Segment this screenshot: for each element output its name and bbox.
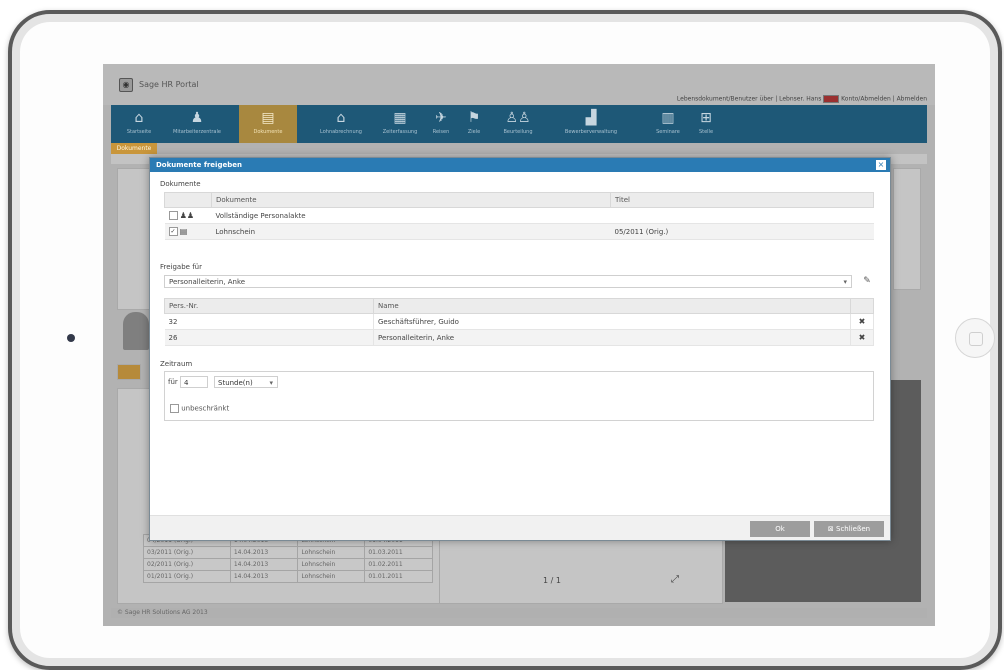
- building-icon: ⌂: [336, 110, 346, 126]
- column-dokumente[interactable]: Dokumente: [211, 192, 611, 208]
- org-chart-icon: ♟: [190, 110, 204, 126]
- close-button[interactable]: ⊠ Schließen: [814, 521, 884, 537]
- calendar-icon: ▦: [393, 110, 407, 126]
- row-checkbox[interactable]: [168, 211, 178, 221]
- nav-stelle[interactable]: ⊞ Stelle: [693, 105, 719, 143]
- nav-startseite[interactable]: ⌂ Startseite: [119, 105, 159, 143]
- delete-icon[interactable]: ✖: [850, 313, 874, 330]
- home-button[interactable]: [955, 318, 995, 358]
- row-checkbox[interactable]: ✓: [168, 227, 178, 237]
- table-row[interactable]: 26 Personalleiterin, Anke ✖: [164, 329, 874, 346]
- dialog-footer: Ok ⊠ Schließen: [150, 515, 890, 540]
- unlimited-checkbox[interactable]: [170, 404, 179, 413]
- plane-icon: ✈: [435, 110, 447, 126]
- document-icon: ▤: [179, 226, 188, 236]
- subtab-dokumente[interactable]: Dokumente: [111, 143, 157, 154]
- dokumente-freigeben-dialog: Dokumente freigeben × Dokumente Dokument…: [149, 157, 891, 541]
- check-column-header: [164, 192, 212, 208]
- background-table: 04/2011 (Orig.)14.04.2013 Lohnschein01.0…: [143, 534, 433, 583]
- close-icon: ⊠: [827, 525, 834, 533]
- app-header: ◉ Sage HR Portal Lebensdokument/Benutzer…: [103, 64, 935, 105]
- camera-icon: [67, 334, 75, 342]
- home-square-icon: [969, 332, 983, 346]
- table-row: 01/2011 (Orig.) 14.04.2013 Lohnschein 01.0…: [143, 570, 433, 583]
- expand-icon: ⤢: [671, 574, 679, 585]
- main-nav: ⌂ Startseite ♟ Mitarbeiterzentrale ▤ Dokume…: [111, 105, 927, 143]
- freigabe-label: Freigabe für: [160, 263, 202, 271]
- books-icon: ▥: [661, 110, 675, 126]
- sage-logo-icon: ◉: [119, 78, 133, 92]
- account-links[interactable]: Konto/Abmelden | Abmelden: [841, 96, 927, 103]
- hierarchy-icon: ⊞: [700, 110, 712, 126]
- table-header: Pers.-Nr. Name: [164, 298, 874, 314]
- unlimited-option[interactable]: unbeschränkt: [170, 404, 229, 413]
- column-titel[interactable]: Titel: [610, 192, 874, 208]
- close-icon[interactable]: ×: [876, 160, 886, 170]
- nav-seminare[interactable]: ▥ Seminare: [651, 105, 685, 143]
- pers-nr: 26: [164, 329, 374, 346]
- table-header: Dokumente Titel: [164, 192, 874, 208]
- top-links[interactable]: Lebensdokument/Benutzer über | Lebnser. …: [677, 95, 927, 103]
- nav-bewerberverwaltung[interactable]: ▟ Bewerberverwaltung: [551, 105, 631, 143]
- document-name: Vollständige Personalakte: [211, 207, 611, 224]
- people-icon: ♙♙: [505, 110, 531, 126]
- footer: © Sage HR Solutions AG 2013: [111, 608, 927, 618]
- app-screen: ◉ Sage HR Portal Lebensdokument/Benutzer…: [103, 64, 935, 626]
- background-panel-right: [893, 168, 921, 290]
- pick-person-icon[interactable]: ✎: [860, 275, 874, 288]
- document-titel: 05/2011 (Orig.): [610, 223, 874, 240]
- unit-select[interactable]: Stunde(n) ▾: [214, 376, 278, 388]
- pager: 1 / 1: [543, 576, 561, 585]
- people-icon: ♟♟: [179, 210, 195, 220]
- chart-icon: ▟: [585, 110, 597, 126]
- person-name: Geschäftsführer, Guido: [373, 313, 851, 330]
- ok-button[interactable]: Ok: [750, 521, 810, 537]
- chevron-down-icon: ▾: [843, 278, 847, 286]
- pers-nr: 32: [164, 313, 374, 330]
- delete-column-header: [850, 298, 874, 314]
- nav-zeiterfassung[interactable]: ▦ Zeiterfassung: [379, 105, 421, 143]
- zeitraum-label: Zeitraum: [160, 360, 193, 368]
- nav-lohnabrechnung[interactable]: ⌂ Lohnabrechnung: [311, 105, 371, 143]
- freigabe-select[interactable]: Personalleiterin, Anke ▾: [164, 275, 852, 288]
- chevron-down-icon: ▾: [269, 379, 273, 387]
- table-row[interactable]: 32 Geschäftsführer, Guido ✖: [164, 313, 874, 330]
- avatar: [123, 312, 149, 350]
- column-pers-nr[interactable]: Pers.-Nr.: [164, 298, 374, 314]
- background-preview: [439, 534, 723, 604]
- table-row[interactable]: ✓ ▤ Lohnschein 05/2011 (Orig.): [164, 223, 874, 240]
- table-row: 02/2011 (Orig.) 14.04.2013 Lohnschein 01.0…: [143, 558, 433, 571]
- fuer-label: für: [168, 378, 178, 386]
- amount-input[interactable]: 4: [180, 376, 208, 388]
- documents-table: Dokumente Titel ♟♟ Vollständige Personal…: [164, 192, 874, 240]
- persons-table: Pers.-Nr. Name 32 Geschäftsführer, Guido…: [164, 298, 874, 346]
- background-tab: [117, 364, 141, 380]
- dokumente-label: Dokumente: [160, 180, 201, 188]
- document-titel: [610, 207, 874, 224]
- nav-beurteilung[interactable]: ♙♙ Beurteilung: [495, 105, 541, 143]
- dialog-title: Dokumente freigeben: [150, 158, 890, 172]
- home-icon: ⌂: [134, 110, 144, 126]
- nav-dokumente[interactable]: ▤ Dokumente: [239, 105, 297, 143]
- document-name: Lohnschein: [211, 223, 611, 240]
- delete-icon[interactable]: ✖: [850, 329, 874, 346]
- document-icon: ▤: [261, 110, 275, 126]
- nav-reisen[interactable]: ✈ Reisen: [427, 105, 455, 143]
- nav-ziele[interactable]: ⚑ Ziele: [461, 105, 487, 143]
- nav-mitarbeiterzentrale[interactable]: ♟ Mitarbeiterzentrale: [167, 105, 227, 143]
- tablet-frame: ◉ Sage HR Portal Lebensdokument/Benutzer…: [8, 10, 1002, 670]
- flag-icon[interactable]: [823, 95, 840, 103]
- unlimited-label: unbeschränkt: [181, 404, 230, 413]
- flag-icon: ⚑: [467, 110, 481, 126]
- person-name: Personalleiterin, Anke: [373, 329, 851, 346]
- app-title: Sage HR Portal: [139, 80, 199, 89]
- column-name[interactable]: Name: [373, 298, 851, 314]
- table-row[interactable]: ♟♟ Vollständige Personalakte: [164, 207, 874, 224]
- table-row: 03/2011 (Orig.) 14.04.2013 Lohnschein 01.0…: [143, 546, 433, 559]
- user-links[interactable]: Lebensdokument/Benutzer über | Lebnser. …: [677, 96, 821, 103]
